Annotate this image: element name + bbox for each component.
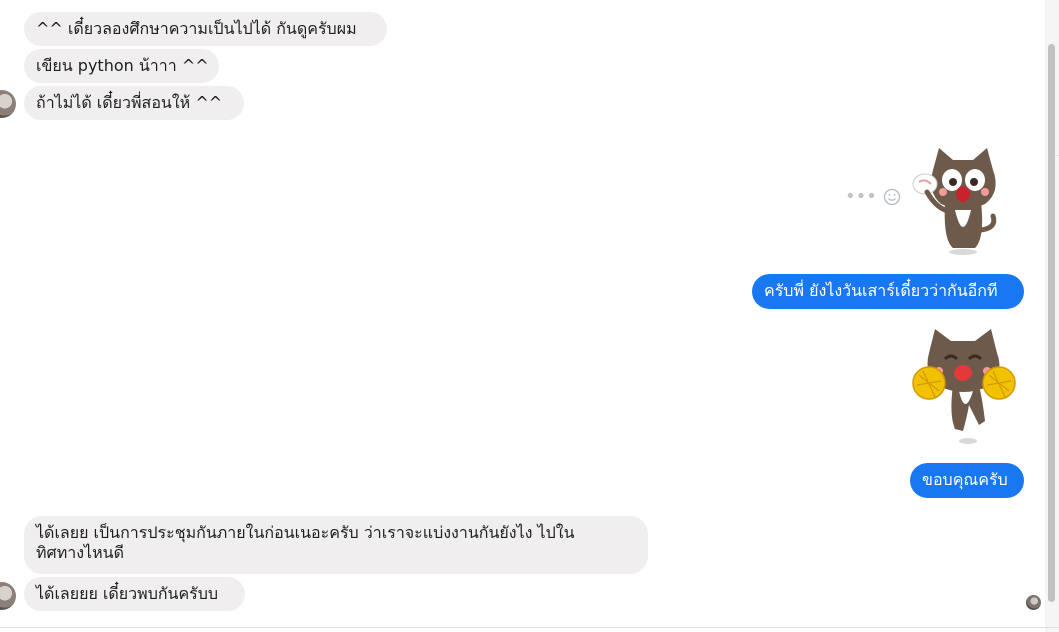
sender-avatar[interactable]	[0, 90, 16, 118]
message-text: ถ้าไม่ได้ เดี๋ยวพี่สอนให้ ^^	[36, 93, 223, 112]
message-actions: •••	[845, 186, 901, 207]
incoming-message[interactable]: ได้เลยย เป็นการประชุมกันภายในก่อนเนอะครั…	[24, 516, 648, 574]
message-text: เขียน python น้าาา ^^	[36, 56, 209, 75]
divider	[0, 627, 1059, 628]
message-text: ขอบคุณครับ	[922, 470, 1008, 489]
message-text-line: ได้เลยย เป็นการประชุมกันภายในก่อนเนอะครั…	[36, 523, 575, 542]
message-text: ได้เลยยย เดี๋ยวพบกันครับบ	[36, 584, 219, 603]
divider	[1054, 155, 1059, 156]
message-text: ^^ เดี๋ยวลองศึกษาความเป็นไปได้ กันดูครับ…	[36, 19, 357, 38]
sender-avatar[interactable]	[0, 582, 16, 610]
outgoing-message[interactable]: ครับพี่ ยังไงวันเสาร์เดี๋ยวว่ากันอีกที	[752, 274, 1024, 309]
incoming-message[interactable]: ถ้าไม่ได้ เดี๋ยวพี่สอนให้ ^^	[24, 86, 244, 120]
incoming-message[interactable]: ^^ เดี๋ยวลองศึกษาความเป็นไปได้ กันดูครับ…	[24, 12, 387, 46]
read-receipt-avatar	[1026, 595, 1041, 610]
smiley-icon[interactable]	[883, 188, 901, 206]
incoming-message[interactable]: เขียน python น้าาา ^^	[24, 49, 219, 83]
incoming-message[interactable]: ได้เลยยย เดี๋ยวพบกันครับบ	[24, 577, 245, 611]
cat-cheering-pompoms-sticker[interactable]	[905, 325, 1020, 450]
outgoing-message[interactable]: ขอบคุณครับ	[910, 463, 1024, 498]
message-text: ครับพี่ ยังไงวันเสาร์เดี๋ยวว่ากันอีกที	[764, 281, 998, 300]
cat-crying-sticker[interactable]	[905, 140, 1015, 260]
scrollbar-thumb[interactable]	[1048, 44, 1055, 602]
more-dots-icon[interactable]: •••	[845, 186, 877, 207]
message-text-line: ทิศทางไหนดี	[36, 543, 124, 562]
